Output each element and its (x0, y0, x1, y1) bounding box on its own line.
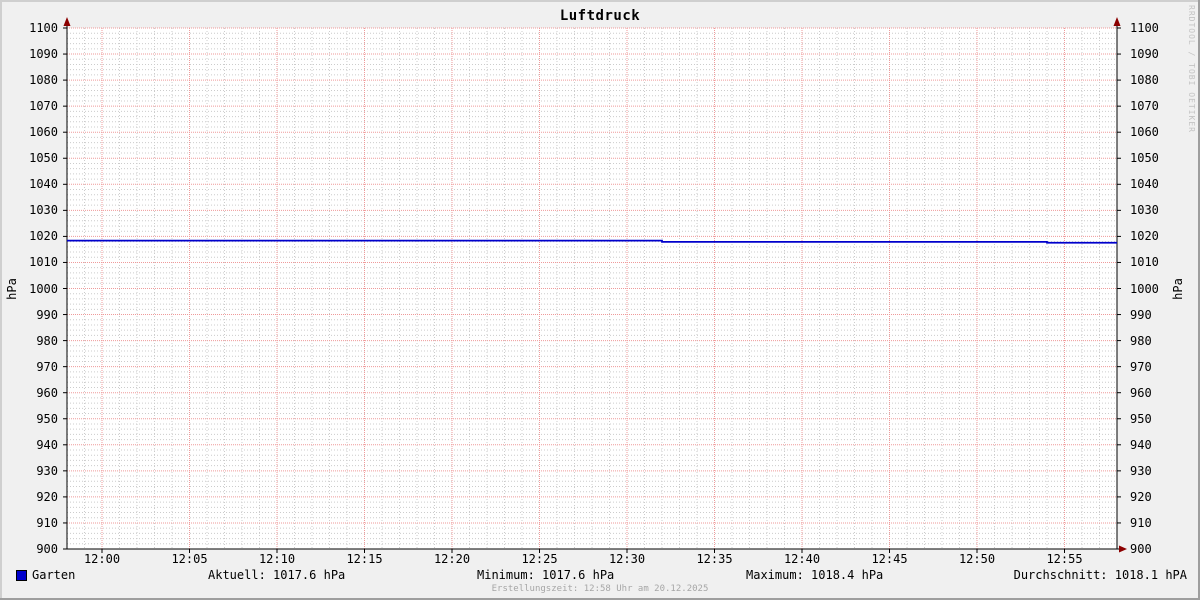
rrdtool-graph: 900 900 910 910 920 920 930 930 940 940 950 950 960 9… (0, 0, 1200, 600)
y-tick-label-left: 1090 (29, 47, 58, 62)
x-tick-label: 12:00 (83, 552, 121, 566)
y-tick-label-left: 930 (36, 463, 58, 478)
x-tick-label: 12:45 (871, 552, 908, 566)
x-tick-label: 12:50 (958, 552, 996, 566)
y-tick-label-left: 920 (36, 489, 58, 504)
y-tick-label-right: 910 (1130, 515, 1152, 530)
y-tick-label-left: 1010 (29, 255, 58, 270)
y-tick-label-right: 1060 (1130, 125, 1159, 140)
y-tick-label-right: 960 (1130, 385, 1152, 400)
y-tick-label-right: 1010 (1130, 255, 1159, 270)
y-axis-unit-left: hPa (5, 278, 19, 300)
y-tick-label-left: 1030 (29, 203, 58, 218)
y-tick-label-right: 1000 (1130, 281, 1159, 296)
y-tick-label-left: 990 (36, 307, 58, 322)
x-tick-label: 12:25 (521, 552, 558, 566)
y-tick-label-right: 1080 (1130, 73, 1159, 88)
y-tick-label-left: 1040 (29, 177, 58, 192)
chart-title: Luftdruck (559, 8, 641, 24)
x-tick-label: 12:05 (171, 552, 208, 566)
y-tick-label-right: 1020 (1130, 229, 1159, 244)
y-tick-label-left: 1080 (29, 73, 58, 88)
y-tick-label-left: 940 (36, 437, 58, 452)
y-axis-unit-right: hPa (1171, 278, 1185, 300)
y-tick-label-right: 1090 (1130, 47, 1159, 62)
y-tick-label-left: 910 (36, 515, 58, 530)
x-tick-label: 12:10 (258, 552, 296, 566)
y-tick-label-right: 1070 (1130, 99, 1159, 114)
y-tick-label-right: 930 (1130, 463, 1152, 478)
y-tick-label-right: 940 (1130, 437, 1152, 452)
y-tick-label-right: 990 (1130, 307, 1152, 322)
y-tick-label-left: 1060 (29, 125, 58, 140)
stat-aktuell: Aktuell: 1017.6 hPa (208, 568, 346, 582)
y-tick-label-right: 950 (1130, 411, 1152, 426)
stat-minimum: Minimum: 1017.6 hPa (477, 568, 615, 582)
series-color-swatch (16, 570, 27, 581)
x-tick-label: 12:20 (433, 552, 471, 566)
y-tick-label-left: 980 (36, 333, 58, 348)
x-tick-label: 12:55 (1046, 552, 1083, 566)
y-tick-label-right: 980 (1130, 333, 1152, 348)
y-tick-label-right: 900 (1130, 542, 1152, 556)
y-tick-label-left: 1050 (29, 151, 58, 166)
stat-durchschnitt: Durchschnitt: 1018.1 hPA (1013, 568, 1187, 582)
y-tick-label-right: 1050 (1130, 151, 1159, 166)
bevel-left (0, 0, 2, 600)
y-tick-label-right: 1040 (1130, 177, 1159, 192)
y-tick-label-left: 960 (36, 385, 58, 400)
y-tick-label-left: 970 (36, 359, 58, 374)
y-tick-label-right: 1030 (1130, 203, 1159, 218)
x-tick-label: 12:35 (696, 552, 733, 566)
series-label: Garten (32, 568, 76, 582)
creation-timestamp: Erstellungszeit: 12:58 Uhr am 20.12.2025 (491, 584, 709, 594)
y-tick-label-right: 970 (1130, 359, 1152, 374)
y-tick-label-left: 1020 (29, 229, 58, 244)
y-tick-label-right: 920 (1130, 489, 1152, 504)
x-tick-label: 12:15 (346, 552, 383, 566)
x-tick-label: 12:40 (783, 552, 821, 566)
y-tick-label-left: 950 (36, 411, 58, 426)
rrdtool-watermark: RRDTOOL / TOBI OETIKER (1187, 5, 1196, 133)
stat-maximum: Maximum: 1018.4 hPa (746, 568, 884, 582)
y-tick-label-left: 1070 (29, 99, 58, 114)
bevel-top (0, 0, 1200, 2)
y-tick-label-left: 900 (36, 542, 58, 556)
x-tick-label: 12:30 (608, 552, 646, 566)
plot-canvas (63, 17, 1127, 553)
y-tick-label-left: 1000 (29, 281, 58, 296)
